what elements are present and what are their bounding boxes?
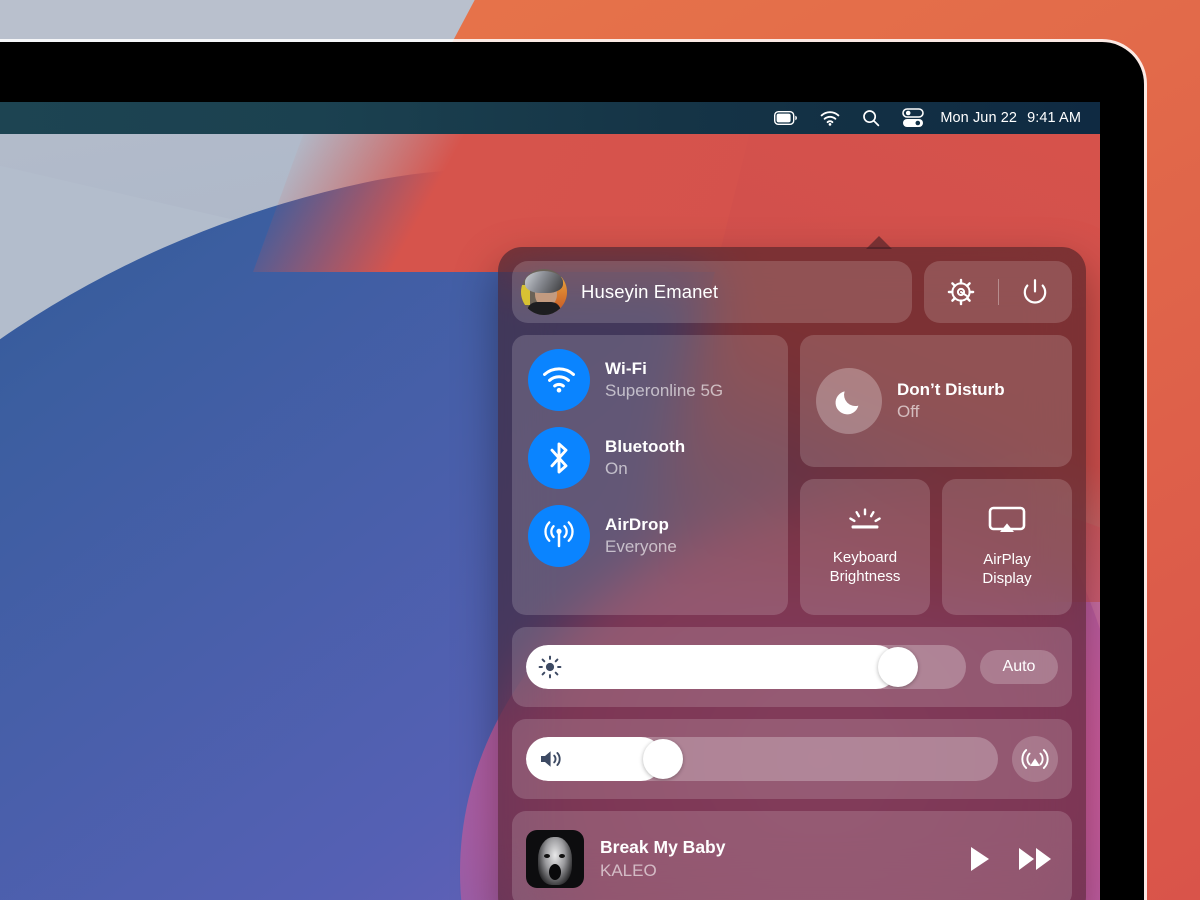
display-slider[interactable] (526, 645, 966, 689)
user-actions (924, 261, 1072, 323)
bluetooth-status: On (605, 459, 628, 478)
airdrop-text: AirDrop Everyone (605, 515, 677, 557)
now-playing-meta: Break My Baby KALEO (600, 837, 952, 881)
sound-slider-card (512, 719, 1072, 799)
airdrop-icon[interactable] (528, 505, 590, 567)
airplay-display-label: AirPlay Display (982, 551, 1031, 588)
do-not-disturb-card[interactable]: Don’t Disturb Off (800, 335, 1072, 467)
keyboard-brightness-line1: Keyboard (832, 549, 898, 567)
user-row: Huseyin Emanet (512, 261, 1072, 323)
airplay-display-icon (988, 506, 1026, 541)
display-auto-button[interactable]: Auto (980, 650, 1058, 684)
airdrop-toggle-row[interactable]: AirDrop Everyone (528, 505, 788, 567)
toggles-grid: Wi-Fi Superonline 5G Bluetooth On AirDro… (512, 335, 1072, 615)
gear-icon[interactable] (924, 261, 998, 323)
do-not-disturb-status: Off (897, 402, 920, 421)
airplay-display-line1: AirPlay (983, 551, 1031, 569)
control-center-icon[interactable] (891, 102, 935, 134)
speaker-icon (538, 748, 564, 770)
track-title: Break My Baby (600, 837, 726, 857)
moon-icon[interactable] (816, 368, 882, 434)
wifi-toggle-row[interactable]: Wi-Fi Superonline 5G (528, 349, 788, 411)
macbook-display: Mon Jun 22 9:41 AM Huseyin Emanet Wi-Fi … (0, 42, 1144, 900)
bluetooth-toggle-row[interactable]: Bluetooth On (528, 427, 788, 489)
keyboard-brightness-line2: Brightness (829, 567, 901, 585)
display-slider-fill (526, 645, 898, 689)
airplay-display-line2: Display (982, 569, 1032, 587)
menubar-time: 9:41 AM (1027, 110, 1081, 126)
playback-controls (968, 845, 1054, 873)
brightness-icon (538, 655, 562, 679)
album-artwork[interactable] (526, 830, 584, 888)
menu-bar: Mon Jun 22 9:41 AM (0, 102, 1100, 134)
battery-icon[interactable] (763, 102, 809, 134)
sound-slider-knob[interactable] (642, 739, 683, 779)
user-account-button[interactable]: Huseyin Emanet (512, 261, 912, 323)
airdrop-status: Everyone (605, 537, 677, 556)
control-center-panel: Huseyin Emanet Wi-Fi Superonline 5G Blue… (498, 236, 1086, 900)
airplay-audio-icon[interactable] (1012, 736, 1058, 782)
bluetooth-icon[interactable] (528, 427, 590, 489)
right-toggle-column: Don’t Disturb Off Keyboard Brightness Ai… (800, 335, 1072, 615)
display-slider-knob[interactable] (878, 647, 918, 687)
wifi-title: Wi-Fi (605, 359, 647, 378)
keyboard-brightness-tile[interactable]: Keyboard Brightness (800, 479, 930, 615)
fast-forward-icon[interactable] (1018, 846, 1054, 872)
wifi-text: Wi-Fi Superonline 5G (605, 359, 723, 401)
wifi-icon[interactable] (809, 102, 851, 134)
play-icon[interactable] (968, 845, 992, 873)
sound-slider[interactable] (526, 737, 998, 781)
connectivity-card: Wi-Fi Superonline 5G Bluetooth On AirDro… (512, 335, 788, 615)
track-artist: KALEO (600, 861, 657, 880)
mini-tiles-row: Keyboard Brightness AirPlay Display (800, 479, 1072, 615)
do-not-disturb-text: Don’t Disturb Off (897, 380, 1005, 422)
user-avatar (521, 269, 567, 315)
display-slider-card: Auto (512, 627, 1072, 707)
power-icon[interactable] (999, 261, 1073, 323)
airdrop-title: AirDrop (605, 515, 669, 534)
airplay-display-tile[interactable]: AirPlay Display (942, 479, 1072, 615)
keyboard-brightness-icon (845, 508, 885, 539)
keyboard-brightness-label: Keyboard Brightness (830, 549, 901, 586)
do-not-disturb-title: Don’t Disturb (897, 380, 1005, 399)
screenshot-stage: Mon Jun 22 9:41 AM Huseyin Emanet Wi-Fi … (0, 0, 1200, 900)
user-name-label: Huseyin Emanet (581, 281, 719, 302)
wifi-icon[interactable] (528, 349, 590, 411)
bluetooth-title: Bluetooth (605, 437, 686, 456)
now-playing-card: Break My Baby KALEO (512, 811, 1072, 900)
menubar-date: Mon Jun 22 (940, 110, 1018, 126)
spotlight-search-icon[interactable] (851, 102, 891, 134)
wifi-status: Superonline 5G (605, 381, 724, 400)
bluetooth-text: Bluetooth On (605, 437, 685, 479)
screen: Mon Jun 22 9:41 AM Huseyin Emanet Wi-Fi … (0, 102, 1100, 900)
